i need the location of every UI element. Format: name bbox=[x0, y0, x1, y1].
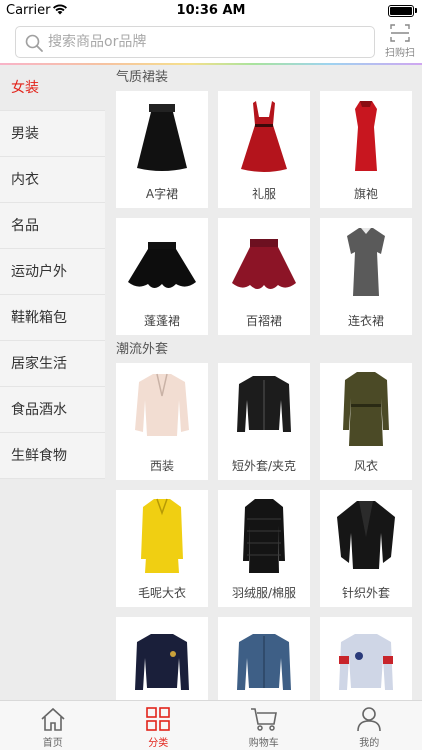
tab-profile[interactable]: 我的 bbox=[317, 701, 422, 750]
product-card[interactable]: 礼服 bbox=[218, 91, 310, 208]
battery-tip bbox=[415, 8, 417, 13]
sidebar-item-label: 内衣 bbox=[11, 172, 39, 188]
black-down-coat-image bbox=[218, 490, 310, 582]
search-icon bbox=[25, 34, 43, 52]
olive-trench-coat-image bbox=[320, 363, 412, 455]
product-card[interactable]: 针织外套 bbox=[320, 490, 412, 607]
search-box[interactable] bbox=[15, 26, 375, 58]
product-card[interactable]: 旗袍 bbox=[320, 91, 412, 208]
sidebar-item-label: 生鲜食物 bbox=[11, 448, 67, 464]
battery-icon bbox=[388, 5, 414, 17]
product-name: 羽绒服/棉服 bbox=[231, 586, 297, 600]
sidebar-item-sports[interactable]: 运动户外 bbox=[0, 249, 105, 295]
product-card[interactable] bbox=[116, 617, 208, 700]
pink-blazer-image bbox=[116, 363, 208, 455]
search-bar: 扫购扫 bbox=[0, 22, 422, 64]
sidebar-item-women[interactable]: 女装 bbox=[0, 65, 105, 111]
sidebar-item-fresh[interactable]: 生鲜食物 bbox=[0, 433, 105, 479]
section-title: 潮流外套 bbox=[116, 342, 169, 357]
product-card[interactable]: 连衣裙 bbox=[320, 218, 412, 335]
sidebar-item-home[interactable]: 居家生活 bbox=[0, 341, 105, 387]
product-card[interactable]: A字裙 bbox=[116, 91, 208, 208]
status-bar: Carrier 10:36 AM bbox=[0, 0, 422, 22]
yellow-wool-coat-image bbox=[116, 490, 208, 582]
product-name: 礼服 bbox=[251, 187, 276, 201]
profile-icon bbox=[357, 707, 382, 732]
category-grid-icon bbox=[146, 707, 171, 731]
tab-cart[interactable]: 购物车 bbox=[211, 701, 317, 750]
home-icon bbox=[41, 707, 65, 731]
section-title: 气质裙装 bbox=[116, 70, 169, 85]
denim-jacket-image bbox=[218, 617, 310, 700]
product-name: 风衣 bbox=[353, 459, 378, 473]
clock: 10:36 AM bbox=[176, 3, 246, 18]
product-card[interactable] bbox=[320, 617, 412, 700]
product-card[interactable]: 百褶裙 bbox=[218, 218, 310, 335]
a-line-skirt-image bbox=[116, 91, 208, 183]
bottom-tab-bar: 首页 分类 购物车 我的 bbox=[0, 700, 422, 750]
product-name: 连衣裙 bbox=[347, 314, 384, 328]
sidebar-item-label: 名品 bbox=[11, 218, 39, 234]
tab-label: 我的 bbox=[359, 738, 380, 749]
product-card[interactable]: 蓬蓬裙 bbox=[116, 218, 208, 335]
red-qipao-image bbox=[320, 91, 412, 183]
scan-label: 扫购扫 bbox=[385, 48, 415, 59]
product-name: 西装 bbox=[149, 459, 174, 473]
tab-label: 购物车 bbox=[248, 738, 279, 749]
product-card[interactable]: 风衣 bbox=[320, 363, 412, 480]
sidebar-item-men[interactable]: 男装 bbox=[0, 111, 105, 157]
varsity-jacket-image bbox=[320, 617, 412, 700]
product-grid: 西装 短外套/夹克 风衣 毛呢大衣 羽绒服/棉服 针织外套 bbox=[105, 363, 422, 700]
tab-label: 首页 bbox=[42, 738, 63, 749]
red-evening-dress-image bbox=[218, 91, 310, 183]
product-name: 旗袍 bbox=[353, 187, 378, 201]
sidebar-empty-area bbox=[0, 479, 105, 700]
tab-category[interactable]: 分类 bbox=[106, 701, 212, 750]
burgundy-pleated-skirt-image bbox=[218, 218, 310, 310]
black-puff-skirt-image bbox=[116, 218, 208, 310]
tab-label: 分类 bbox=[148, 738, 169, 749]
category-content: 气质裙装 A字裙 礼服 旗袍 蓬蓬裙 百褶裙 连衣裙 潮流外套 西装 短外套/夹… bbox=[105, 65, 422, 700]
gray-dress-image bbox=[320, 218, 412, 310]
sidebar-item-label: 男装 bbox=[11, 126, 39, 142]
product-card[interactable] bbox=[218, 617, 310, 700]
product-card[interactable]: 毛呢大衣 bbox=[116, 490, 208, 607]
black-leather-jacket-image bbox=[218, 363, 310, 455]
product-card[interactable]: 短外套/夹克 bbox=[218, 363, 310, 480]
product-name: A字裙 bbox=[145, 187, 179, 201]
navy-bomber-jacket-image bbox=[116, 617, 208, 700]
sidebar-item-label: 食品酒水 bbox=[11, 402, 67, 418]
product-name: 毛呢大衣 bbox=[137, 586, 186, 600]
scan-icon bbox=[390, 24, 410, 42]
sidebar-item-food[interactable]: 食品酒水 bbox=[0, 387, 105, 433]
product-name: 百褶裙 bbox=[245, 314, 282, 328]
sidebar-item-underwear[interactable]: 内衣 bbox=[0, 157, 105, 203]
sidebar-item-shoes-bags[interactable]: 鞋靴箱包 bbox=[0, 295, 105, 341]
scan-button[interactable]: 扫购扫 bbox=[382, 22, 418, 60]
product-name: 短外套/夹克 bbox=[231, 459, 297, 473]
sidebar-item-label: 女装 bbox=[11, 80, 39, 96]
product-name: 蓬蓬裙 bbox=[143, 314, 180, 328]
sidebar-item-brands[interactable]: 名品 bbox=[0, 203, 105, 249]
sidebar-item-label: 居家生活 bbox=[11, 356, 67, 372]
product-card[interactable]: 西装 bbox=[116, 363, 208, 480]
sidebar-item-label: 鞋靴箱包 bbox=[11, 310, 67, 326]
black-knit-cardigan-image bbox=[320, 490, 412, 582]
search-input[interactable] bbox=[48, 31, 368, 53]
category-sidebar: 女装 男装 内衣 名品 运动户外 鞋靴箱包 居家生活 食品酒水 生鲜食物 bbox=[0, 65, 105, 700]
product-name: 针织外套 bbox=[341, 586, 390, 600]
sidebar-item-label: 运动户外 bbox=[11, 264, 67, 280]
product-card[interactable]: 羽绒服/棉服 bbox=[218, 490, 310, 607]
tab-home[interactable]: 首页 bbox=[0, 701, 106, 750]
product-grid: A字裙 礼服 旗袍 蓬蓬裙 百褶裙 连衣裙 bbox=[105, 91, 422, 335]
cart-icon bbox=[250, 708, 277, 731]
